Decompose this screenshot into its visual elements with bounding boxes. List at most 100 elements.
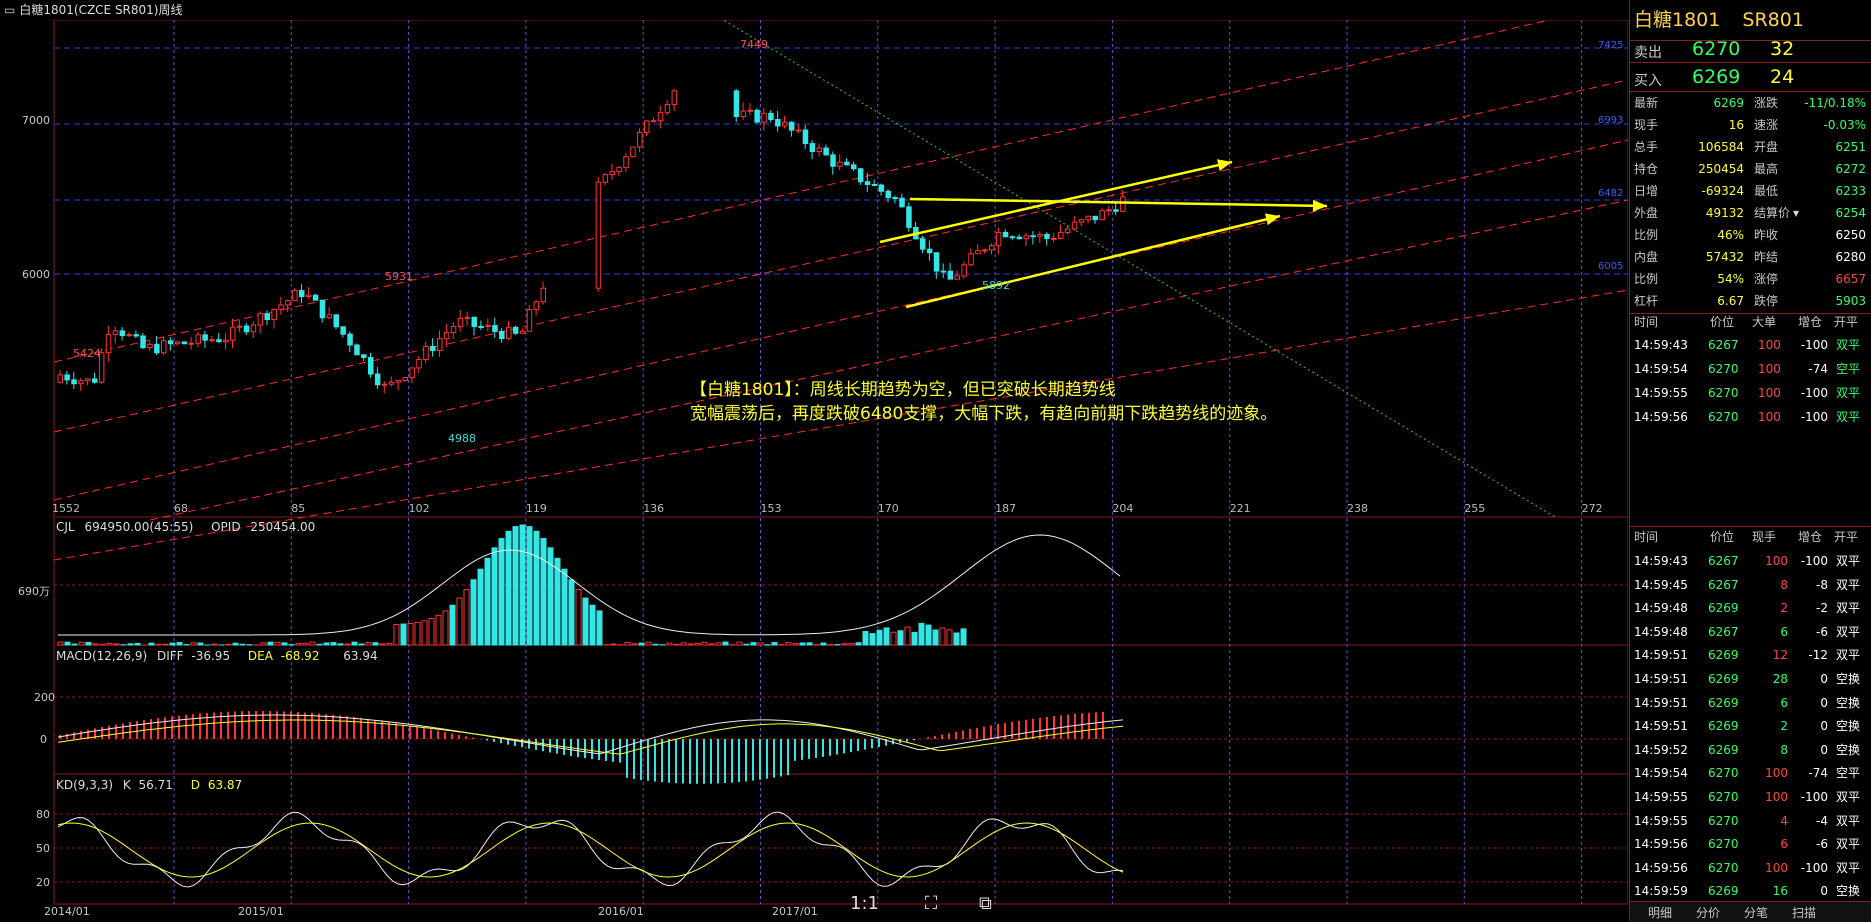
candle-body [479,326,484,327]
table-row[interactable]: 14:59:51626912-12双平 [1630,644,1871,666]
volume-bar [324,643,329,645]
field-value: -11/0.18% [1804,92,1866,114]
candle-body [748,110,753,111]
panel-frame [54,20,1628,517]
row-volume: 12 [1773,644,1788,666]
candle-body [72,380,77,384]
candle-body [658,113,663,121]
volume-bar [499,539,504,645]
table-row[interactable]: 14:59:436267100-100双平 [1630,334,1871,356]
candle-body [320,300,325,318]
bottom-tab[interactable]: 明细 [1648,904,1672,921]
row-volume: 6 [1780,692,1788,714]
volume-bar [394,624,399,645]
row-time: 14:59:48 [1634,597,1688,619]
candle-body [1065,229,1070,233]
minus-box-icon[interactable]: ▭ [0,3,19,17]
row-time: 14:59:51 [1634,692,1688,714]
candle-body [534,302,539,310]
volume-bar [261,643,266,645]
candle-body [513,327,518,333]
candle-body [1072,222,1077,229]
candle-body [1093,216,1098,219]
table-row[interactable]: 14:59:4562678-8双平 [1630,574,1871,596]
row-change: -100 [1801,857,1828,879]
candle-body [348,334,353,345]
bottom-tab[interactable]: 分笔 [1744,904,1768,921]
row-price: 6269 [1708,668,1739,690]
volume-bar [716,643,721,645]
candle-body [141,336,146,348]
x-count-label: 238 [1347,502,1368,515]
chart-area[interactable]: ▭白糖1801(CZCE SR801)周线 7000 6000 1552 688… [0,0,1628,921]
row-type: 双平 [1836,786,1860,808]
volume-bar [303,643,308,645]
macd-value: 63.94 [343,649,377,663]
ticks-header: 时间价位现手增仓开平 [1630,527,1871,547]
table-row[interactable]: 14:59:51626960空换 [1630,692,1871,714]
table-row[interactable]: 14:59:566270100-100双平 [1630,406,1871,428]
row-change: -100 [1801,786,1828,808]
table-row[interactable]: 14:59:4862692-2双平 [1630,597,1871,619]
candle-body [610,172,615,175]
table-row[interactable]: 14:59:566270100-100双平 [1630,857,1871,879]
candle-body [500,331,505,338]
field-value: 6233 [1835,180,1866,202]
candle-body [472,317,477,326]
x-count-first: 1552 [52,502,80,515]
panel-frame [54,517,1628,645]
row-price: 6267 [1708,334,1739,356]
volume-bar [471,580,476,645]
row-type: 双平 [1836,810,1860,832]
row-type: 空换 [1836,739,1860,761]
table-row[interactable]: 14:59:5662706-6双平 [1630,833,1871,855]
column-header: 时间 [1634,527,1658,547]
x-count-label: 85 [291,502,305,515]
kline-chart[interactable] [0,0,1628,921]
table-row[interactable]: 14:59:546270100-74空平 [1630,762,1871,784]
bottom-tab[interactable]: 扫描 [1792,904,1816,921]
trend-channel-line [54,140,1628,500]
table-row[interactable]: 14:59:556270100-100双平 [1630,382,1871,404]
field-value: 106584 [1698,136,1744,158]
candle-body [224,340,229,341]
export-icon[interactable]: ⧉ [979,893,992,914]
row-volume: 4 [1780,810,1788,832]
row-volume: 2 [1780,597,1788,619]
table-row[interactable]: 14:59:516269280空换 [1630,668,1871,690]
candle-body [403,378,408,381]
volume-bar [513,527,518,645]
row-volume: 100 [1765,857,1788,879]
table-row[interactable]: 14:59:546270100-74空平 [1630,358,1871,380]
field-label: 跌停 [1754,290,1778,312]
table-row[interactable]: 14:59:556270100-100双平 [1630,786,1871,808]
row-time: 14:59:59 [1634,880,1688,902]
date-label-2014: 2014/01 [44,905,90,918]
bottom-tab[interactable]: 分价 [1696,904,1720,921]
volume-bar [709,644,714,645]
volume-legend: CJL 694950.00(45:55) OPID 250454.00 [56,520,315,534]
fit-screen-icon[interactable]: ⛶ [925,893,938,914]
candle-body [431,346,436,350]
ask-volume: 32 [1770,38,1794,60]
candle-body [120,331,125,336]
field-label: 杠杆 [1634,290,1658,312]
volume-bar [352,642,357,645]
volume-bar [114,644,119,645]
macd-label: MACD(12,26,9) [56,649,147,663]
zoom-1to1-button[interactable]: 1:1 [850,893,879,914]
table-row[interactable]: 14:59:51626920空换 [1630,715,1871,737]
kd-k-line [58,812,1123,887]
table-row[interactable]: 14:59:596269160空换 [1630,880,1871,902]
table-row[interactable]: 14:59:4862676-6双平 [1630,621,1871,643]
bid-row: 买入 6269 24 [1630,66,1871,88]
table-row[interactable]: 14:59:436267100-100双平 [1630,550,1871,572]
volume-bar [226,644,231,645]
volume-bar [65,642,70,645]
field-value: 6280 [1835,246,1866,268]
row-type: 空平 [1836,762,1860,784]
candle-body [1114,210,1119,212]
d-value: 63.87 [208,778,242,792]
table-row[interactable]: 14:59:5562704-4双平 [1630,810,1871,832]
table-row[interactable]: 14:59:52626980空换 [1630,739,1871,761]
